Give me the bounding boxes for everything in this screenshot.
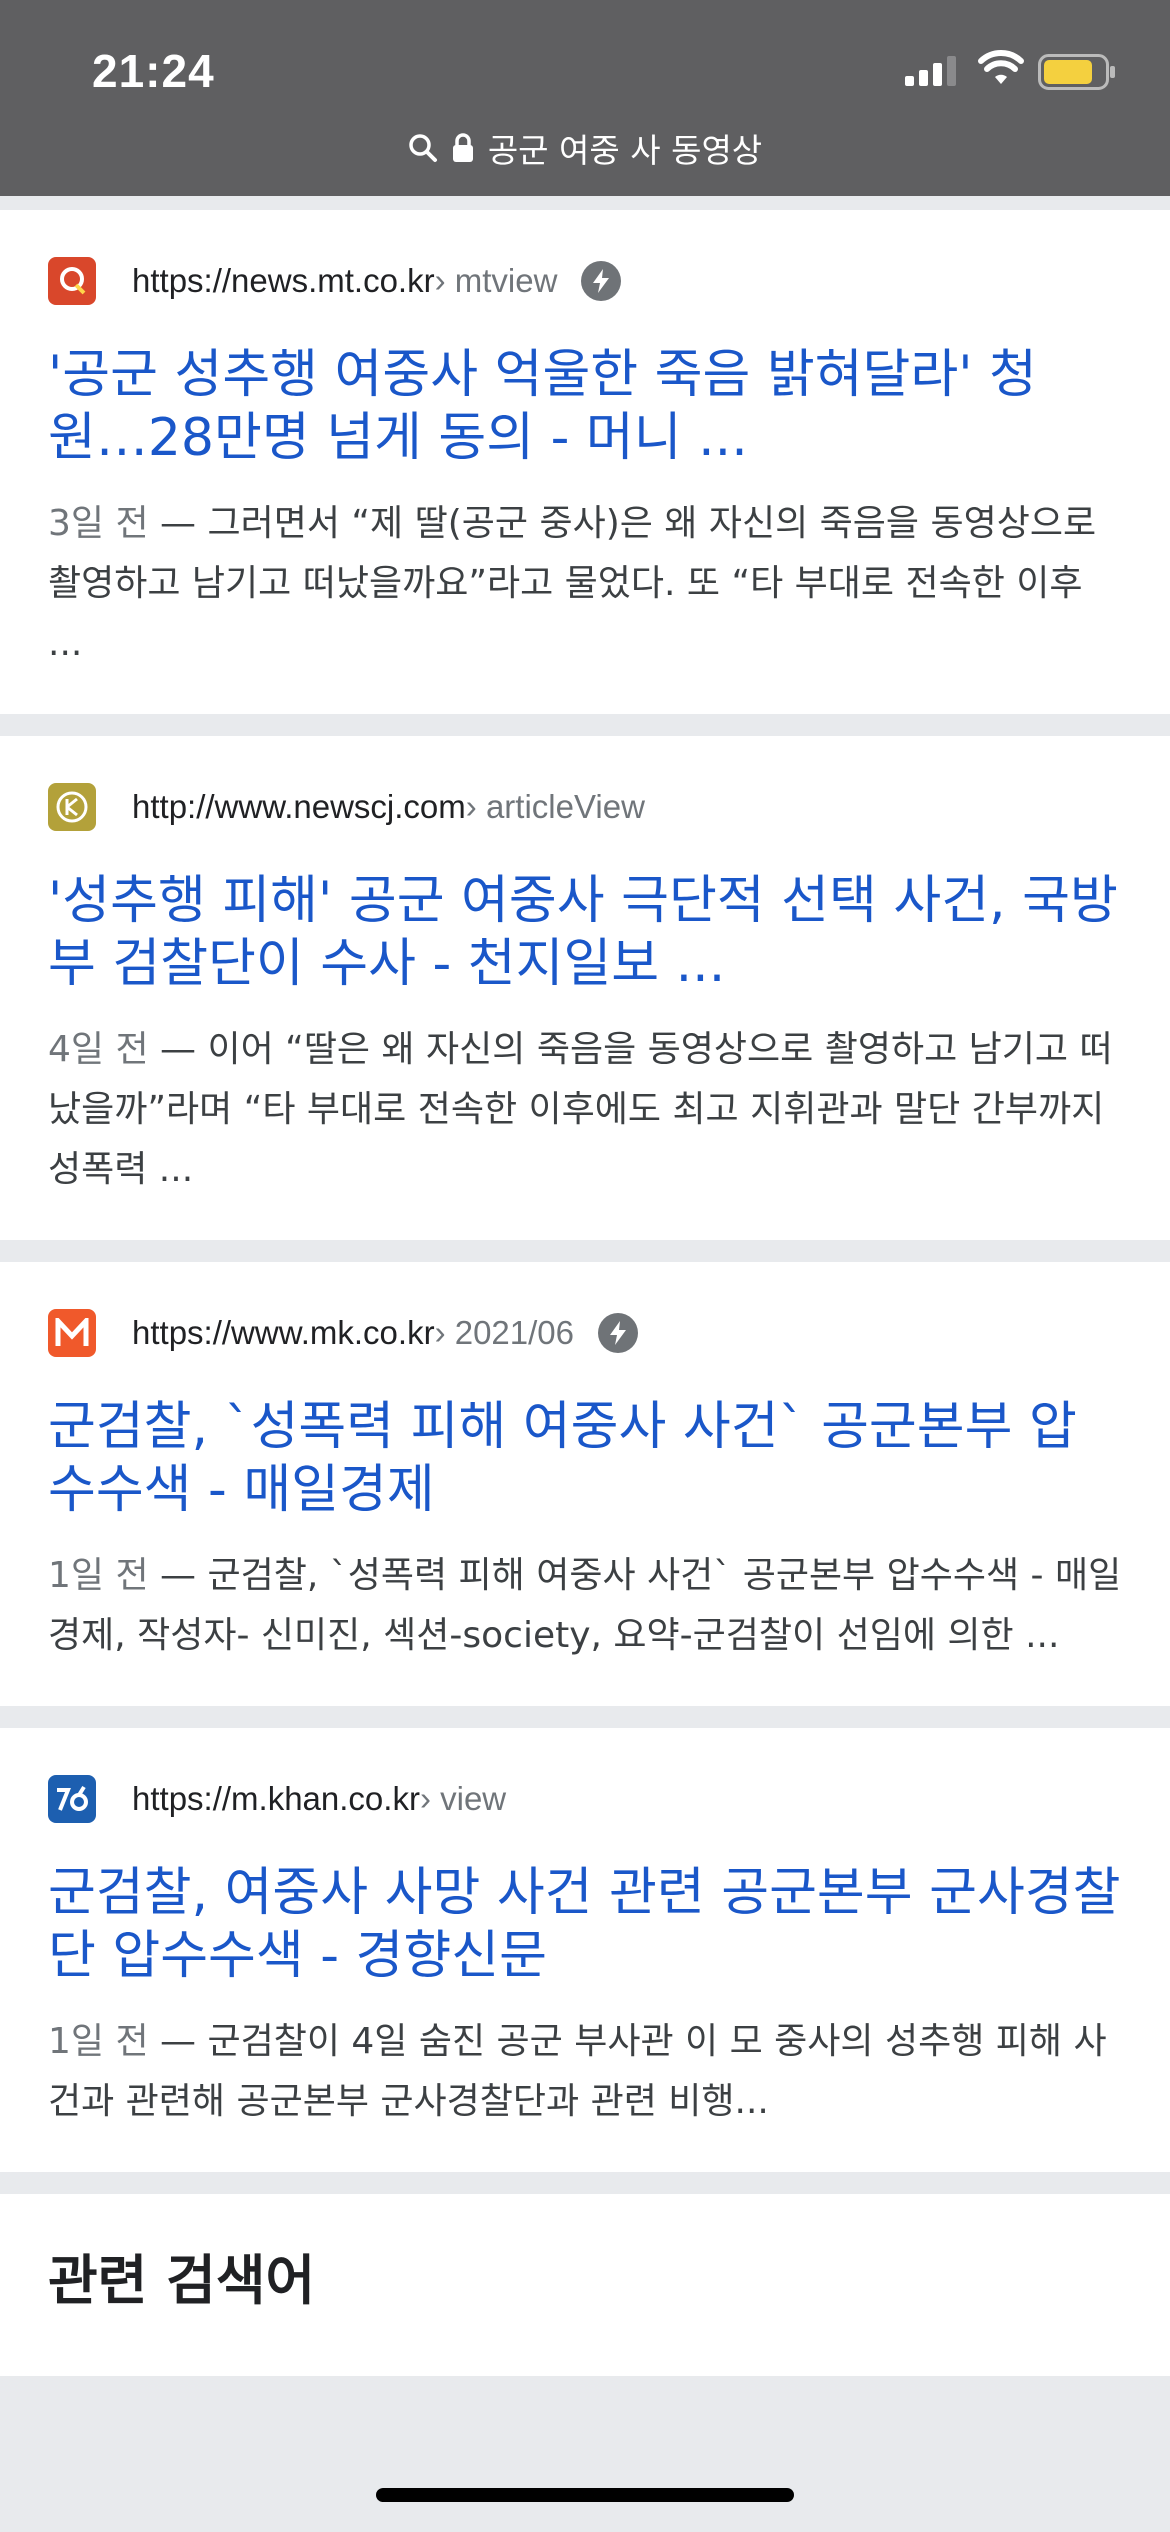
search-result[interactable]: http://www.newscj.com › articleView '성추행… xyxy=(0,736,1170,1240)
newscj-favicon-icon xyxy=(48,783,96,831)
results-page: https://news.mt.co.kr › mtview '공군 성추행 여… xyxy=(0,196,1170,2376)
result-title-link[interactable]: 군검찰, 여중사 사망 사건 관련 공군본부 군사경찰단 압수수색 - 경향신문 xyxy=(48,1862,1122,1988)
result-date: 1일 전 xyxy=(48,1555,149,1596)
result-title-link[interactable]: '성추행 피해' 공군 여중사 극단적 선택 사건, 국방부 검찰단이 수사 -… xyxy=(48,870,1122,996)
result-title-link[interactable]: 군검찰, `성폭력 피해 여중사 사건` 공군본부 압수수색 - 매일경제 xyxy=(48,1396,1122,1522)
search-result[interactable]: https://m.khan.co.kr › view 군검찰, 여중사 사망 … xyxy=(0,1728,1170,2172)
result-snippet-text: — 그러면서 “제 딸(공군 중사)은 왜 자신의 죽음을 동영상으로 촬영하고… xyxy=(48,503,1097,664)
result-snippet: 1일 전 — 군검찰이 4일 숨진 공군 부사관 이 모 중사의 성추행 피해 … xyxy=(48,2012,1122,2132)
result-snippet: 3일 전 — 그러면서 “제 딸(공군 중사)은 왜 자신의 죽음을 동영상으로… xyxy=(48,494,1122,674)
result-snippet: 4일 전 — 이어 “딸은 왜 자신의 죽음을 동영상으로 촬영하고 남기고 떠… xyxy=(48,1020,1122,1200)
result-path: › 2021/06 xyxy=(434,1314,575,1351)
result-domain: http://www.newscj.com xyxy=(132,788,466,825)
result-date: 4일 전 xyxy=(48,1029,149,1070)
result-snippet-text: — 군검찰이 4일 숨진 공군 부사관 이 모 중사의 성추행 피해 사건과 관… xyxy=(48,2021,1107,2122)
result-date: 1일 전 xyxy=(48,2021,149,2062)
top-gap xyxy=(0,196,1170,210)
amp-lightning-icon xyxy=(581,261,622,301)
result-domain: https://m.khan.co.kr xyxy=(132,1780,420,1817)
result-separator xyxy=(0,1240,1170,1262)
status-bar: 21:24 공군 여중 사 동영상 xyxy=(0,0,1170,196)
khan-favicon-icon xyxy=(48,1775,96,1823)
result-date: 3일 전 xyxy=(48,503,149,544)
result-snippet-text: — 이어 “딸은 왜 자신의 죽음을 동영상으로 촬영하고 남기고 떠났을까”라… xyxy=(48,1029,1113,1190)
result-separator xyxy=(0,2172,1170,2194)
cellular-signal-icon xyxy=(905,56,956,86)
result-path: › mtview xyxy=(434,262,558,299)
result-snippet: 1일 전 — 군검찰, `성폭력 피해 여중사 사건` 공군본부 압수수색 - … xyxy=(48,1546,1122,1666)
result-domain: https://www.mk.co.kr xyxy=(132,1314,435,1351)
result-title-link[interactable]: '공군 성추행 여중사 억울한 죽음 밝혀달라' 청원…28만명 넘게 동의 -… xyxy=(48,344,1122,470)
status-time: 21:24 xyxy=(92,45,215,97)
result-source[interactable]: https://www.mk.co.kr › 2021/06 xyxy=(48,1308,1122,1358)
search-icon xyxy=(408,133,438,163)
mk-favicon-icon xyxy=(48,1309,96,1357)
result-domain: https://news.mt.co.kr xyxy=(132,262,435,299)
url-query-text: 공군 여중 사 동영상 xyxy=(487,131,763,170)
result-source[interactable]: https://news.mt.co.kr › mtview xyxy=(48,256,1122,306)
result-path: › articleView xyxy=(465,788,645,825)
lock-icon xyxy=(452,133,474,163)
result-separator xyxy=(0,1706,1170,1728)
search-result[interactable]: https://news.mt.co.kr › mtview '공군 성추행 여… xyxy=(0,210,1170,714)
wifi-icon xyxy=(978,50,1024,84)
url-bar[interactable]: 공군 여중 사 동영상 xyxy=(0,118,1170,178)
result-source[interactable]: https://m.khan.co.kr › view xyxy=(48,1774,1122,1824)
related-searches-section: 관련 검색어 xyxy=(0,2194,1170,2376)
result-snippet-text: — 군검찰, `성폭력 피해 여중사 사건` 공군본부 압수수색 - 매일경제,… xyxy=(48,1555,1122,1656)
mt-favicon-icon xyxy=(48,257,96,305)
home-indicator[interactable] xyxy=(376,2488,794,2502)
result-path: › view xyxy=(419,1780,507,1817)
amp-lightning-icon xyxy=(598,1313,639,1353)
result-separator xyxy=(0,714,1170,736)
search-result[interactable]: https://www.mk.co.kr › 2021/06 군검찰, `성폭력… xyxy=(0,1262,1170,1706)
related-searches-heading: 관련 검색어 xyxy=(48,2249,316,2312)
result-source[interactable]: http://www.newscj.com › articleView xyxy=(48,782,1122,832)
battery-icon xyxy=(1038,54,1115,90)
